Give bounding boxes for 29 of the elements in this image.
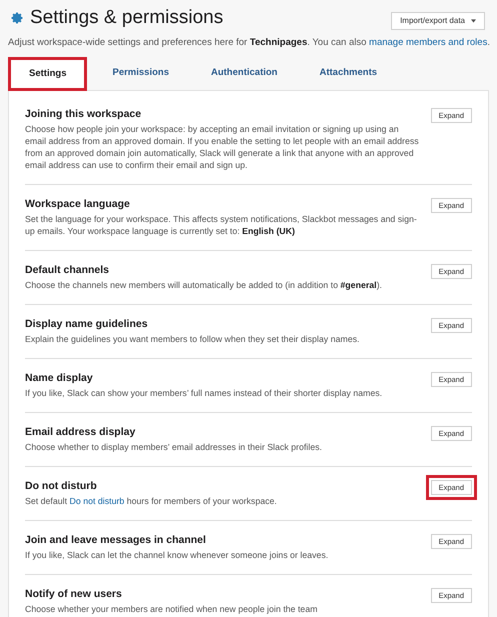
section-title: Name display xyxy=(25,371,94,386)
link[interactable]: Do not disturb xyxy=(70,496,124,506)
section-title: Notify of new users xyxy=(25,587,123,602)
gear-icon xyxy=(10,11,24,25)
section-description: Choose whether to display members’ email addresses in their Slack profiles. xyxy=(25,441,323,454)
link[interactable]: manage members and roles xyxy=(369,37,488,48)
tab[interactable]: Attachments xyxy=(302,56,394,90)
section-title: Email address display xyxy=(25,425,136,440)
section-title: Display name guidelines xyxy=(25,317,149,332)
page-description: Adjust workspace-wide settings and preferences here for Technipages. You can also manage members and roles. xyxy=(7,36,491,50)
section-description: Choose the channels new members will automatically be added to (in addition to #general). xyxy=(25,279,383,292)
caret-icon xyxy=(471,19,476,23)
tab[interactable]: Settings xyxy=(8,57,88,92)
section-title: Default channels xyxy=(25,263,110,278)
tab[interactable]: Authentication xyxy=(194,56,294,90)
section-description: Set the language for your workspace. This affects system notifications, Slackbot messages and sign-up emails. Your workspace language is currently set to: English (UK) xyxy=(25,213,418,238)
section-description: Choose how people join your workspace: by accepting an email invitation or signing up using an email address from an approved domain. If you enable the setting to let people with an email address from an approved domain join automatically, Slack will generate a link that anyone with an approved email address can use to confirm their email and sign up. xyxy=(25,123,420,172)
page-title: Settings & permissions xyxy=(30,6,224,30)
section-title: Joining this workspace xyxy=(25,107,142,122)
section-title: Join and leave messages in channel xyxy=(25,533,207,548)
section-description: Choose whether your members are notified when new people join the team xyxy=(25,603,318,616)
section-description: Explain the guidelines you want members to follow when they set their display names. xyxy=(25,333,360,346)
section-description: If you like, Slack can let the channel know whenever someone joins or leaves. xyxy=(25,549,330,562)
section-title: Do not disturb xyxy=(25,479,98,494)
tab[interactable]: Permissions xyxy=(95,56,186,90)
section-title: Workspace language xyxy=(25,197,131,212)
section-description: If you like, Slack can show your members’ full names instead of their shorter display names. xyxy=(25,387,384,400)
section-description: Set default Do not disturb hours for members of your workspace. xyxy=(25,495,278,508)
import-export-button[interactable]: Import/export data xyxy=(391,12,485,30)
